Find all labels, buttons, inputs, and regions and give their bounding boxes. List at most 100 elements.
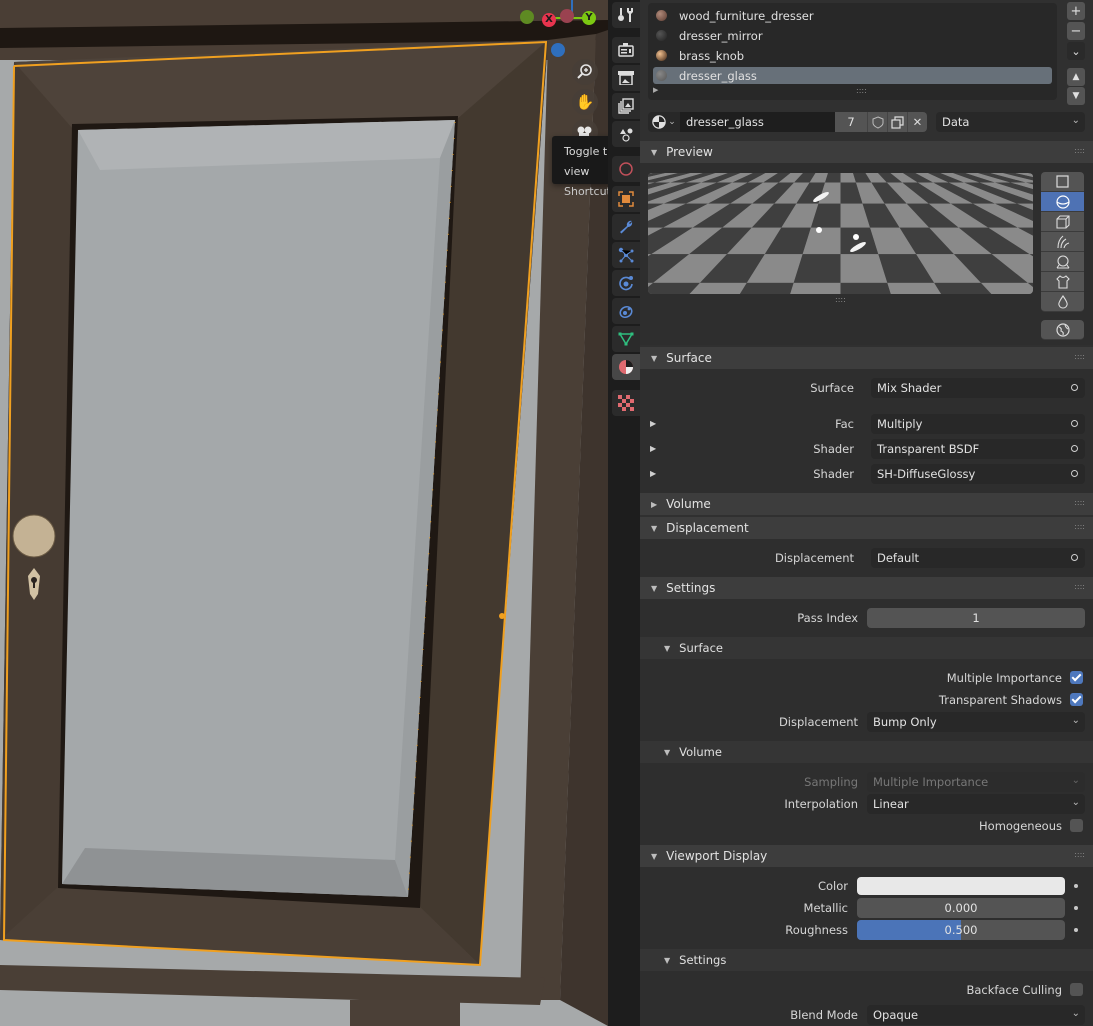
- blend-mode-dropdown[interactable]: Opaque ⌄: [867, 1005, 1085, 1025]
- keyframe-dot-icon[interactable]: [1074, 906, 1078, 910]
- y-axis-dot[interactable]: Y: [582, 11, 596, 25]
- world-icon: [619, 162, 633, 176]
- duplicate-icon: [891, 115, 904, 129]
- neg-y-axis-dot[interactable]: [520, 10, 534, 24]
- material-slot[interactable]: brass_knob: [653, 47, 1052, 64]
- keyframe-dot-icon[interactable]: [1074, 928, 1078, 932]
- shader-1-label: Shader: [813, 442, 854, 456]
- tab-view-layer[interactable]: [612, 93, 640, 119]
- tool-icon: [618, 8, 633, 22]
- interpolation-dropdown[interactable]: Linear ⌄: [867, 794, 1085, 814]
- material-link-dropdown[interactable]: Data ⌄: [936, 112, 1085, 132]
- neg-x-axis-dot[interactable]: [560, 9, 574, 23]
- tab-object[interactable]: [612, 186, 640, 212]
- z-axis-dot[interactable]: [551, 43, 565, 57]
- panel-drag-grip[interactable]: ::::: [1074, 582, 1085, 591]
- preview-panel-header[interactable]: ▼ Preview ::::: [640, 141, 1093, 163]
- tab-modifiers[interactable]: [612, 214, 640, 240]
- tab-world[interactable]: [612, 156, 640, 182]
- tab-particles[interactable]: [612, 242, 640, 268]
- glass-panel: [62, 120, 455, 897]
- filter-toggle-icon[interactable]: ▶: [653, 86, 658, 94]
- pass-index-field[interactable]: 1: [867, 608, 1085, 628]
- preview-cube-button[interactable]: [1041, 212, 1084, 232]
- preview-sphere-button[interactable]: [1041, 192, 1084, 212]
- 3d-viewport[interactable]: X Y ✋ Toggle the camera view Shortcut: N…: [0, 0, 608, 1026]
- panel-drag-grip[interactable]: ::::: [1074, 146, 1085, 155]
- panel-drag-grip[interactable]: ::::: [1074, 522, 1085, 531]
- displacement-input-field[interactable]: Default: [871, 548, 1085, 568]
- settings-surface-subheader[interactable]: ▼ Surface: [640, 637, 1093, 659]
- tab-material[interactable]: [612, 354, 640, 380]
- add-slot-button[interactable]: +: [1067, 2, 1085, 20]
- tab-texture[interactable]: [612, 390, 640, 416]
- settings-panel-header[interactable]: ▼ Settings ::::: [640, 577, 1093, 599]
- viewport-display-panel-header[interactable]: ▼ Viewport Display ::::: [640, 845, 1093, 867]
- browse-material-button[interactable]: ⌄: [648, 112, 680, 132]
- preview-plane-button[interactable]: [1041, 172, 1084, 192]
- surface-shader-field[interactable]: Mix Shader: [871, 378, 1085, 398]
- tab-constraints[interactable]: [612, 298, 640, 324]
- panel-drag-grip[interactable]: ::::: [1074, 352, 1085, 361]
- material-icon: [619, 360, 633, 374]
- displacement-method-dropdown[interactable]: Bump Only ⌄: [867, 712, 1085, 732]
- panel-drag-grip[interactable]: ::::: [1074, 498, 1085, 507]
- settings-surface-body: Multiple Importance Transparent Shadows …: [640, 659, 1093, 741]
- shader-2-field[interactable]: SH-DiffuseGlossy: [871, 464, 1085, 484]
- preview-cloth-button[interactable]: [1041, 272, 1084, 292]
- unlink-material-button[interactable]: ✕: [907, 112, 927, 132]
- metallic-value: 0.000: [944, 901, 978, 915]
- preview-fluid-button[interactable]: [1041, 292, 1084, 312]
- color-swatch[interactable]: [857, 877, 1065, 895]
- fake-user-button[interactable]: [867, 112, 887, 132]
- displacement-panel-header[interactable]: ▼ Displacement ::::: [640, 517, 1093, 539]
- preview-hair-button[interactable]: [1041, 232, 1084, 252]
- viewport-settings-title: Settings: [679, 953, 727, 967]
- material-users-count[interactable]: 7: [835, 112, 867, 132]
- preview-world-lighting-button[interactable]: [1041, 320, 1084, 340]
- tab-scene[interactable]: [612, 121, 640, 147]
- transparent-shadows-checkbox[interactable]: [1070, 693, 1083, 706]
- tab-tool[interactable]: [612, 2, 640, 28]
- settings-volume-subheader[interactable]: ▼ Volume: [640, 741, 1093, 763]
- panel-drag-grip[interactable]: ::::: [1074, 850, 1085, 859]
- hair-icon: [1056, 235, 1069, 248]
- sampling-dropdown[interactable]: Multiple Importance ⌄: [867, 772, 1085, 792]
- roughness-slider[interactable]: 0.500: [857, 920, 1065, 940]
- homogeneous-checkbox[interactable]: [1070, 819, 1083, 832]
- move-slot-up-button[interactable]: ▲: [1067, 68, 1085, 86]
- backface-culling-checkbox[interactable]: [1070, 983, 1083, 996]
- world-globe-icon: [1055, 322, 1070, 337]
- pan-view-button[interactable]: ✋: [572, 89, 598, 115]
- duplicate-material-button[interactable]: [887, 112, 907, 132]
- remove-slot-button[interactable]: −: [1067, 22, 1085, 40]
- collapse-triangle-icon: ▼: [651, 851, 658, 861]
- preview-resize-grip[interactable]: ::::: [835, 295, 846, 304]
- material-slot[interactable]: dresser_mirror: [653, 27, 1052, 44]
- keyframe-dot-icon[interactable]: [1074, 884, 1078, 888]
- slot-specials-button[interactable]: ⌄: [1067, 42, 1085, 60]
- tab-render[interactable]: [612, 37, 640, 63]
- tab-mesh-data[interactable]: [612, 326, 640, 352]
- blend-mode-value: Opaque: [873, 1008, 919, 1022]
- multiple-importance-checkbox[interactable]: [1070, 671, 1083, 684]
- tab-physics[interactable]: [612, 270, 640, 296]
- fac-input-field[interactable]: Multiply: [871, 414, 1085, 434]
- tab-output[interactable]: [612, 65, 640, 91]
- viewport-settings-subheader[interactable]: ▼ Settings: [640, 949, 1093, 971]
- properties-tab-strip: [608, 0, 640, 1026]
- material-slot-selected[interactable]: dresser_glass: [653, 67, 1052, 84]
- preview-monkey-button[interactable]: [1041, 252, 1084, 272]
- material-name-field[interactable]: dresser_glass: [680, 112, 835, 132]
- list-resize-grip[interactable]: ::::: [856, 86, 867, 95]
- dresser-bottom-rail: [0, 965, 545, 1005]
- volume-panel-header[interactable]: ▶ Volume ::::: [640, 493, 1093, 515]
- shader-1-field[interactable]: Transparent BSDF: [871, 439, 1085, 459]
- metallic-slider[interactable]: 0.000: [857, 898, 1065, 918]
- zoom-view-button[interactable]: [572, 59, 598, 85]
- x-axis-dot[interactable]: X: [542, 13, 556, 27]
- material-slot[interactable]: wood_furniture_dresser: [653, 7, 1052, 24]
- material-slot-list[interactable]: wood_furniture_dresser dresser_mirror br…: [648, 3, 1057, 100]
- move-slot-down-button[interactable]: ▼: [1067, 87, 1085, 105]
- surface-panel-header[interactable]: ▼ Surface ::::: [640, 347, 1093, 369]
